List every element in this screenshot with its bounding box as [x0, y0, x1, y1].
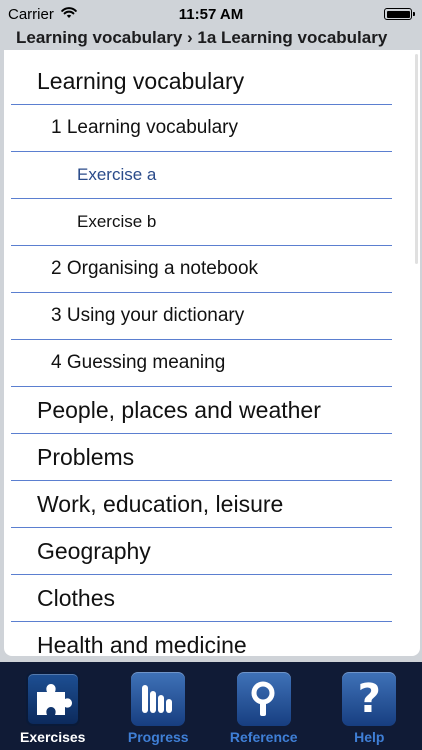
tab-label: Help	[354, 729, 385, 745]
list-item-label: Problems	[37, 443, 135, 470]
tab-label: Exercises	[20, 729, 86, 745]
tab-bar: Exercises Progress Reference ? Help	[0, 662, 422, 750]
list-item[interactable]: Geography	[11, 528, 392, 575]
tab-exercises[interactable]: Exercises	[0, 662, 106, 750]
list-item-label: 3 Using your dictionary	[51, 305, 245, 326]
list-item-label: Exercise b	[77, 212, 157, 231]
list-item-label: Learning vocabulary	[37, 67, 245, 94]
list-item[interactable]: Work, education, leisure	[11, 481, 392, 528]
tab-reference[interactable]: Reference	[211, 662, 317, 750]
tab-label: Progress	[127, 729, 189, 745]
list-item-active[interactable]: Exercise a	[11, 152, 392, 199]
list-item[interactable]: Clothes	[11, 575, 392, 622]
list-item-label: 4 Guessing meaning	[51, 352, 226, 373]
list-item-label: Work, education, leisure	[37, 490, 284, 517]
list-item-label: 1 Learning vocabulary	[51, 117, 238, 138]
question-icon: ?	[342, 672, 397, 726]
list-item[interactable]: Health and medicine	[11, 622, 392, 657]
breadcrumb[interactable]: Learning vocabulary › 1a Learning vocabu…	[16, 28, 408, 50]
list-item[interactable]: People, places and weather	[11, 387, 392, 434]
list-item-label: Clothes	[37, 584, 115, 611]
list-item[interactable]: 2 Organising a notebook	[11, 246, 392, 293]
content-card: Learning vocabulary 1 Learning vocabular…	[4, 50, 420, 656]
list-item-label: People, places and weather	[37, 396, 321, 423]
list-item[interactable]: Learning vocabulary	[11, 58, 392, 105]
magnifier-icon	[236, 672, 291, 726]
list-item[interactable]: 3 Using your dictionary	[11, 293, 392, 340]
tab-progress[interactable]: Progress	[106, 662, 212, 750]
puzzle-icon	[25, 672, 80, 726]
list-item-label: Exercise a	[77, 165, 157, 184]
list-item-label: Health and medicine	[37, 631, 247, 657]
list-item[interactable]: Problems	[11, 434, 392, 481]
chapter-list[interactable]: Learning vocabulary 1 Learning vocabular…	[4, 50, 420, 656]
bar-chart-icon	[131, 672, 186, 726]
status-bar: Carrier 11:57 AM	[0, 0, 422, 28]
list-item[interactable]: 1 Learning vocabulary	[11, 105, 392, 152]
list-item-label: 2 Organising a notebook	[51, 258, 259, 279]
tab-help[interactable]: ? Help	[317, 662, 422, 750]
app-background: Carrier 11:57 AM Learning vocabulary › 1…	[0, 0, 422, 662]
list-item[interactable]: 4 Guessing meaning	[11, 340, 392, 387]
scroll-indicator[interactable]	[415, 54, 418, 264]
list-item-label: Geography	[37, 537, 151, 564]
battery-icon	[384, 8, 415, 20]
tab-label: Reference	[229, 729, 298, 745]
status-time: 11:57 AM	[178, 6, 244, 23]
list-item[interactable]: Exercise b	[11, 199, 392, 246]
